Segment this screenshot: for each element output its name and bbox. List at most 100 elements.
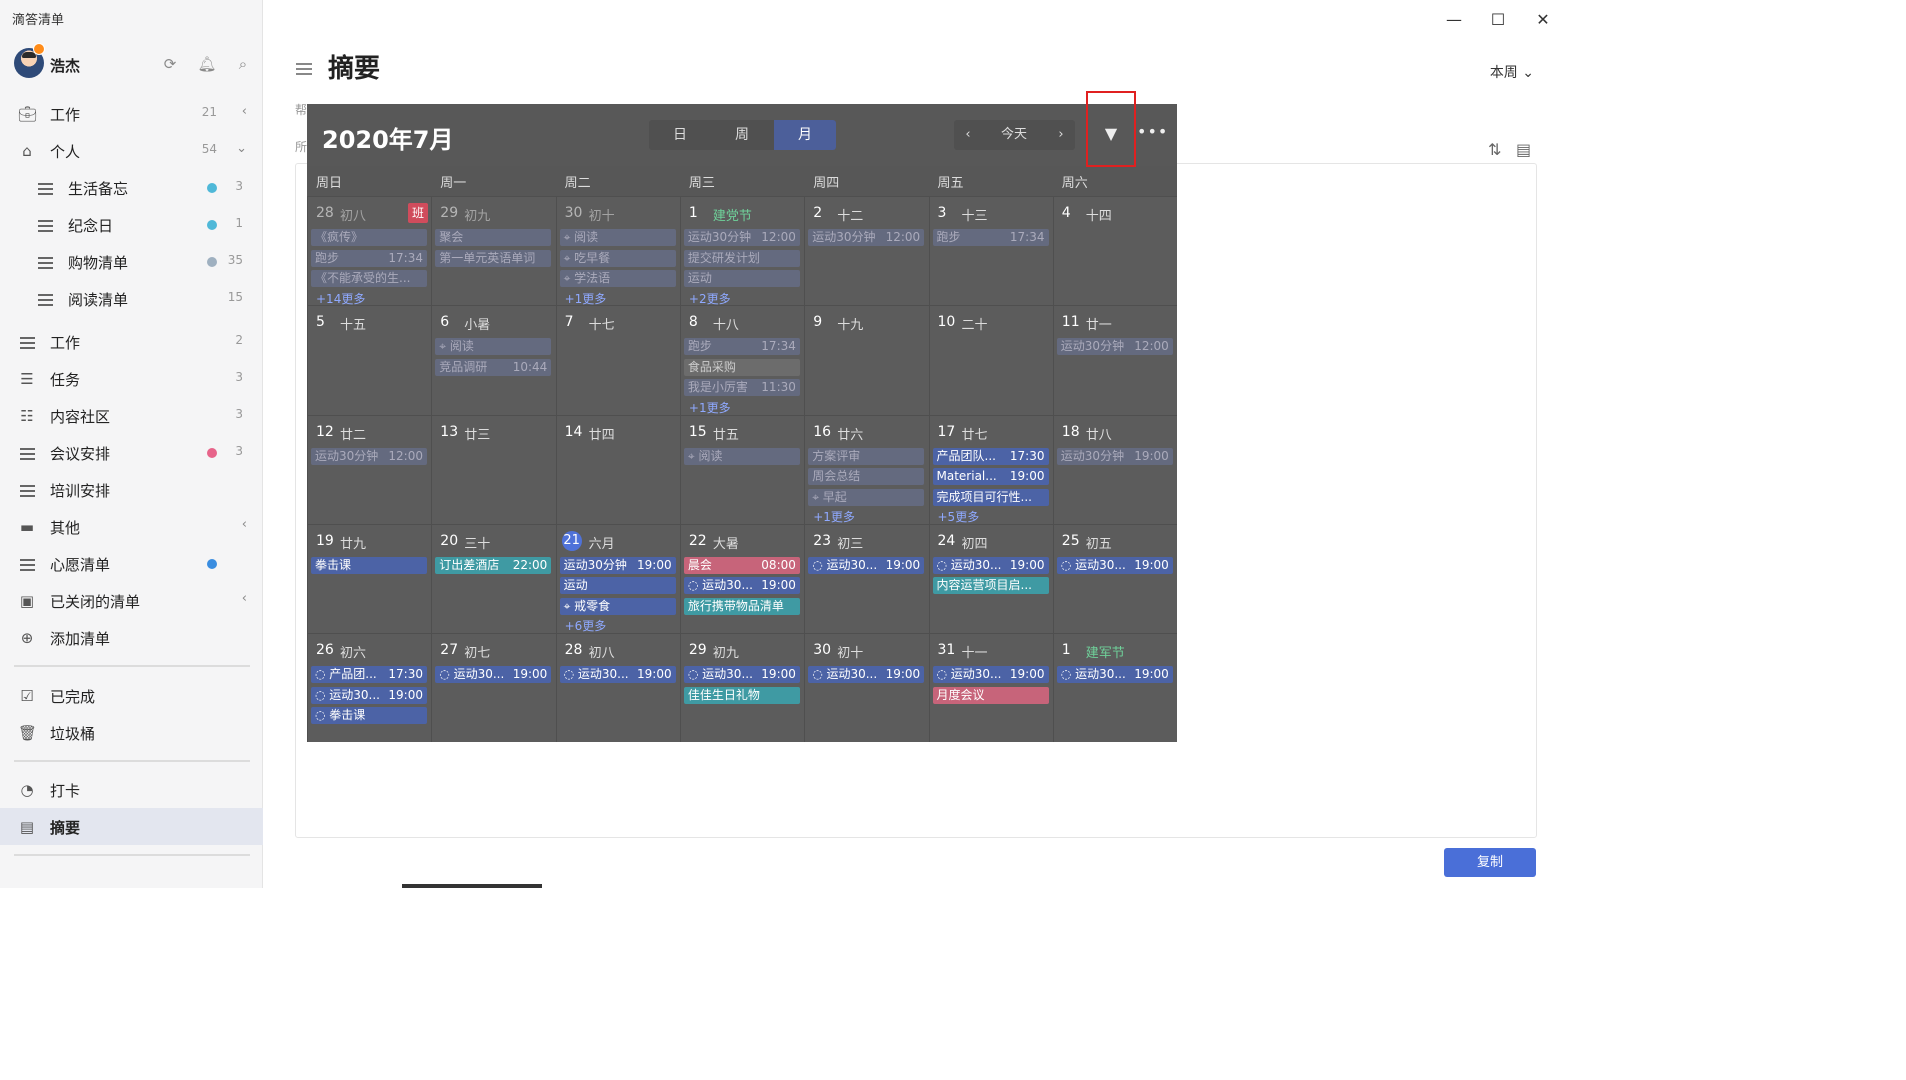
day-cell[interactable]: 29 初九 聚会 第一单元英语单词 xyxy=(431,197,555,306)
minimize-icon[interactable]: — xyxy=(1444,10,1464,29)
day-cell[interactable]: 30 初十 ◌ 运动30... 19:00 xyxy=(804,634,928,742)
chevron-icon[interactable]: ‹ xyxy=(242,591,247,606)
calendar-event[interactable]: 跑步 17:34 xyxy=(932,229,1049,246)
search-icon[interactable]: ⌕ xyxy=(233,54,253,74)
tab-month[interactable]: 月 xyxy=(774,120,836,150)
calendar-event[interactable]: ◌ 拳击课 xyxy=(311,707,427,725)
menu-icon[interactable] xyxy=(296,58,312,77)
more-events-link[interactable]: +2更多 xyxy=(689,290,731,307)
day-cell[interactable]: 13 廿三 xyxy=(431,415,555,525)
calendar-event[interactable]: 运动30分钟 12:00 xyxy=(683,229,800,246)
day-cell[interactable]: 23 初三 ◌ 运动30... 19:00 xyxy=(804,524,928,634)
calendar-event[interactable]: 《不能承受的生... xyxy=(311,270,427,287)
sidebar-item[interactable]: 纪念日 1 xyxy=(0,206,263,243)
calendar-event[interactable]: ◌ 运动30... 19:00 xyxy=(808,556,925,574)
calendar-event[interactable]: 方案评审 xyxy=(808,447,925,465)
calendar-event[interactable]: ⌖ 早起 xyxy=(808,488,925,506)
day-cell[interactable]: 6 小暑 ⌖ 阅读 竞品调研 10:44 xyxy=(431,306,555,416)
sync-icon[interactable]: ⟳ xyxy=(160,54,180,74)
day-cell[interactable]: 15 廿五 ⌖ 阅读 xyxy=(679,415,804,525)
sidebar-item[interactable]: 会议安排 3 xyxy=(0,434,263,471)
day-cell[interactable]: 18 廿八 运动30分钟 19:00 xyxy=(1052,415,1177,525)
sidebar-item[interactable]: ⌂ 个人 54 ⌄ xyxy=(0,132,263,169)
more-events-link[interactable]: +14更多 xyxy=(316,290,365,307)
sidebar-item[interactable]: ▣ 已关闭的清单 ‹ xyxy=(0,582,263,619)
calendar-event[interactable]: 运动30分钟 19:00 xyxy=(1056,447,1173,465)
sidebar-item[interactable]: 工作 2 xyxy=(0,323,263,360)
calendar-event[interactable]: ⌖ 阅读 xyxy=(683,447,800,465)
copy-button[interactable]: 复制 xyxy=(1444,848,1536,877)
calendar-event[interactable]: ⌖ 戒零食 xyxy=(559,597,676,615)
calendar-event[interactable]: 完成项目可行性... xyxy=(932,488,1049,506)
sidebar-item[interactable]: ◔ 打卡 xyxy=(0,771,263,808)
calendar-event[interactable]: ◌ 运动30... 19:00 xyxy=(932,556,1049,574)
calendar-event[interactable]: 佳佳生日礼物 xyxy=(683,686,800,704)
calendar-event[interactable]: ◌ 运动30... 19:00 xyxy=(435,666,552,684)
day-cell[interactable]: 19 廿九 拳击课 xyxy=(307,524,431,634)
more-icon[interactable]: ••• xyxy=(1137,122,1168,141)
calendar-event[interactable]: 运动30分钟 12:00 xyxy=(1056,338,1173,356)
calendar-event[interactable]: 拳击课 xyxy=(311,556,427,574)
chevron-icon[interactable]: ‹ xyxy=(242,517,247,532)
calendar-event[interactable]: ◌ 产品团... 17:30 xyxy=(311,666,427,684)
more-events-link[interactable]: +1更多 xyxy=(565,290,607,307)
sidebar-item[interactable]: 🗑︎ 垃圾桶 xyxy=(0,714,263,751)
more-events-link[interactable]: +1更多 xyxy=(813,508,855,525)
sidebar-item[interactable]: ☷ 内容社区 3 xyxy=(0,397,263,434)
day-cell[interactable]: 14 廿四 xyxy=(555,415,680,525)
calendar-event[interactable]: ⌖ 吃早餐 xyxy=(559,249,676,267)
day-cell[interactable]: 17 廿七 产品团队... 17:30 Material... 19:00 完成项目可行性.… xyxy=(928,415,1053,525)
sidebar-item[interactable]: 阅读清单 15 xyxy=(0,280,263,317)
calendar-event[interactable]: ⌖ 阅读 xyxy=(435,338,552,356)
calendar-event[interactable]: 竞品调研 10:44 xyxy=(435,358,552,376)
day-cell[interactable]: 26 初六 ◌ 产品团... 17:30 ◌ 运动30... 19:00 ◌ 拳击课 xyxy=(307,634,431,742)
sidebar-item[interactable]: ⊕ 添加清单 xyxy=(0,619,263,656)
sidebar-item[interactable]: ▬ 其他 ‹ xyxy=(0,508,263,545)
calendar-event[interactable]: 运动30分钟 12:00 xyxy=(311,447,427,465)
day-cell[interactable]: 3 十三 跑步 17:34 xyxy=(928,197,1053,306)
day-cell[interactable]: 8 十八 跑步 17:34 食品采购 我是小厉害 11:30 +1更多 xyxy=(679,306,804,416)
calendar-event[interactable]: 我是小厉害 11:30 xyxy=(683,379,800,397)
calendar-event[interactable]: ◌ 运动30... 19:00 xyxy=(932,666,1049,684)
calendar-event[interactable]: 运动 xyxy=(559,577,676,595)
calendar-event[interactable]: 运动30分钟 12:00 xyxy=(808,229,925,246)
bell-icon[interactable]: 🔔︎ xyxy=(197,54,217,74)
calendar-event[interactable]: ◌ 运动30... 19:00 xyxy=(683,666,800,684)
display-settings-icon[interactable]: ▤ xyxy=(1516,140,1531,159)
calendar-event[interactable]: 聚会 xyxy=(435,229,552,246)
user-name[interactable]: 浩杰 xyxy=(50,55,80,76)
tab-day[interactable]: 日 xyxy=(649,120,711,150)
more-events-link[interactable]: +6更多 xyxy=(565,617,607,634)
today-button[interactable]: 今天 xyxy=(988,120,1040,150)
day-cell[interactable]: 5 十五 xyxy=(307,306,431,416)
sidebar-item[interactable]: ☰ 任务 3 xyxy=(0,360,263,397)
day-cell[interactable]: 29 初九 ◌ 运动30... 19:00 佳佳生日礼物 xyxy=(679,634,804,742)
day-cell[interactable]: 25 初五 ◌ 运动30... 19:00 xyxy=(1052,524,1177,634)
calendar-event[interactable]: 《疯传》 xyxy=(311,229,427,246)
sort-icon[interactable]: ⇅ xyxy=(1488,140,1501,159)
calendar-event[interactable]: 旅行携带物品清单 xyxy=(683,597,800,615)
calendar-event[interactable]: 产品团队... 17:30 xyxy=(932,447,1049,465)
calendar-event[interactable]: ◌ 运动30... 19:00 xyxy=(1056,666,1173,684)
day-cell[interactable]: 2 十二 运动30分钟 12:00 xyxy=(804,197,928,306)
day-cell[interactable]: 31 十一 ◌ 运动30... 19:00 月度会议 xyxy=(928,634,1053,742)
calendar-event[interactable]: 月度会议 xyxy=(932,686,1049,704)
more-events-link[interactable]: +1更多 xyxy=(689,399,731,416)
close-icon[interactable]: ✕ xyxy=(1533,10,1553,29)
day-cell[interactable]: 4 十四 xyxy=(1052,197,1177,306)
calendar-event[interactable]: 订出差酒店 22:00 xyxy=(435,556,552,574)
sidebar-item[interactable]: 💼︎ 工作 21 ‹ xyxy=(0,95,263,132)
tab-week[interactable]: 周 xyxy=(711,120,773,150)
sidebar-item[interactable]: 购物清单 35 xyxy=(0,243,263,280)
day-cell[interactable]: 21 六月 运动30分钟 19:00 运动 ⌖ 戒零食 +6更多 xyxy=(555,524,680,634)
day-cell[interactable]: 9 十九 xyxy=(804,306,928,416)
calendar-event[interactable]: 食品采购 xyxy=(683,358,800,376)
calendar-event[interactable]: ◌ 运动30... 19:00 xyxy=(559,666,676,684)
sidebar-item[interactable]: 心愿清单 xyxy=(0,545,263,582)
day-cell[interactable]: 20 三十 订出差酒店 22:00 xyxy=(431,524,555,634)
calendar-event[interactable]: ◌ 运动30... 19:00 xyxy=(311,686,427,704)
calendar-event[interactable]: 跑步 17:34 xyxy=(683,338,800,356)
next-month-button[interactable]: › xyxy=(1047,120,1075,150)
calendar-event[interactable]: 运动 xyxy=(683,270,800,287)
day-cell[interactable]: 1 建党节 运动30分钟 12:00 提交研发计划 运动 +2更多 xyxy=(679,197,804,307)
